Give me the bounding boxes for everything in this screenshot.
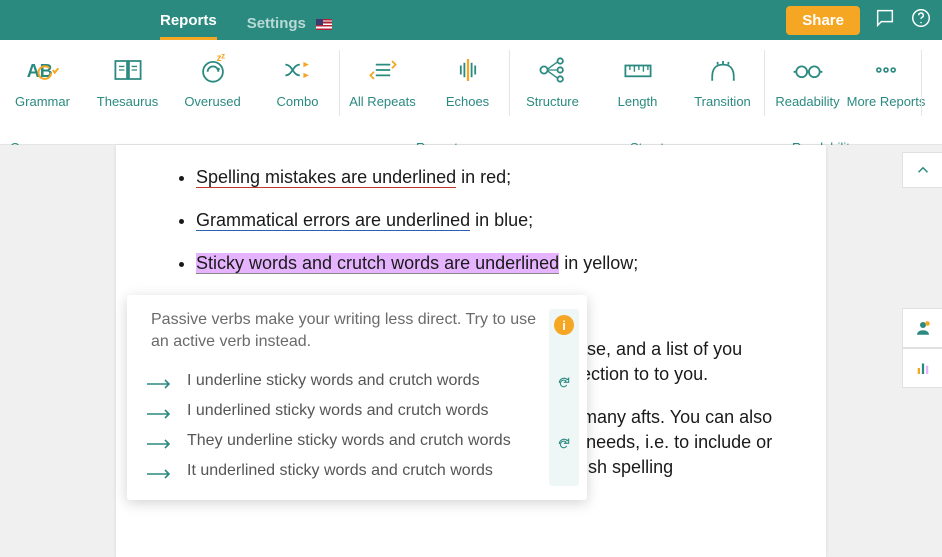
top-nav: Reports Settings Share: [0, 0, 942, 40]
tool-allrepeats-label: All Repeats: [349, 94, 415, 109]
tab-settings-label: Settings: [247, 15, 306, 32]
flag-us-icon: [316, 19, 332, 30]
tool-combo-label: Combo: [277, 94, 319, 109]
suggestion-option-4[interactable]: It underlined sticky words and crutch wo…: [141, 456, 541, 486]
redo-icon-1[interactable]: [556, 375, 572, 396]
suggestion-main: Passive verbs make your writing less dir…: [141, 309, 549, 486]
suggestion-option-4-text: It underlined sticky words and crutch wo…: [187, 462, 493, 480]
grammar-icon: AB: [25, 50, 61, 90]
top-right: Share: [786, 6, 932, 35]
tool-readability[interactable]: Readability: [765, 40, 850, 144]
top-tabs: Reports Settings: [160, 0, 332, 40]
group-readability: Readability More Reports: [765, 40, 922, 144]
suggestion-panel: Passive verbs make your writing less dir…: [127, 295, 587, 500]
bullet-grammar-rest: in blue;: [470, 210, 533, 230]
tool-grammar[interactable]: AB Grammar: [0, 40, 85, 144]
tool-length-label: Length: [618, 94, 658, 109]
tool-grammar-label: Grammar: [15, 94, 70, 109]
thesaurus-icon: [110, 50, 146, 90]
overused-icon: zz: [195, 50, 231, 90]
bullet-spelling-underlined: Spelling mistakes are underlined: [196, 167, 456, 188]
collapse-up-button[interactable]: [902, 152, 942, 188]
stats-icon[interactable]: [902, 348, 942, 388]
tool-transition[interactable]: Transition: [680, 40, 765, 144]
info-icon[interactable]: i: [554, 315, 574, 335]
user-icon[interactable]: [902, 308, 942, 348]
readability-icon: [790, 50, 826, 90]
suggestion-option-3-text: They underline sticky words and crutch w…: [187, 432, 511, 450]
suggestion-option-1-text: I underline sticky words and crutch word…: [187, 372, 480, 390]
tool-overused-label: Overused: [184, 94, 240, 109]
tool-structure[interactable]: Structure: [510, 40, 595, 144]
combo-icon: [280, 50, 316, 90]
tool-transition-label: Transition: [694, 94, 751, 109]
bullet-sticky: Sticky words and crutch words are underl…: [196, 251, 786, 276]
tool-thesaurus[interactable]: Thesaurus: [85, 40, 170, 144]
bullet-spelling: Spelling mistakes are underlined in red;: [196, 165, 786, 190]
tool-more-label: More Reports: [847, 94, 926, 109]
report-toolbar: AB Grammar Thesaurus zz Overused Combo: [0, 40, 942, 145]
tool-structure-label: Structure: [526, 94, 579, 109]
echoes-icon: [450, 50, 486, 90]
tool-combo[interactable]: Combo: [255, 40, 340, 144]
bullet-spelling-rest: in red;: [456, 167, 511, 187]
suggestion-option-3[interactable]: They underline sticky words and crutch w…: [141, 426, 541, 456]
bullet-list: Spelling mistakes are underlined in red;…: [176, 165, 786, 277]
tool-thesaurus-label: Thesaurus: [97, 94, 158, 109]
group-repeats: All Repeats Echoes: [340, 40, 510, 144]
tool-allrepeats[interactable]: All Repeats: [340, 40, 425, 144]
bullet-sticky-rest: in yellow;: [559, 253, 638, 273]
suggestion-option-2[interactable]: I underlined sticky words and crutch wor…: [141, 396, 541, 426]
group-structure: Structure Length Transition: [510, 40, 765, 144]
redo-icon-2[interactable]: [556, 436, 572, 457]
suggestion-tip: Passive verbs make your writing less dir…: [151, 309, 541, 352]
tool-more[interactable]: More Reports: [850, 40, 922, 144]
allrepeats-icon: [365, 50, 401, 90]
bullet-grammar-underlined: Grammatical errors are underlined: [196, 210, 470, 231]
tool-readability-label: Readability: [775, 94, 839, 109]
svg-text:z: z: [221, 52, 225, 60]
right-float-bar: [902, 152, 942, 388]
tool-overused[interactable]: zz Overused: [170, 40, 255, 144]
chat-icon[interactable]: [874, 7, 896, 34]
tool-length[interactable]: Length: [595, 40, 680, 144]
bullet-grammar: Grammatical errors are underlined in blu…: [196, 208, 786, 233]
suggestion-option-2-text: I underlined sticky words and crutch wor…: [187, 402, 488, 420]
suggestion-option-1[interactable]: I underline sticky words and crutch word…: [141, 366, 541, 396]
transition-icon: [705, 50, 741, 90]
tool-echoes-label: Echoes: [446, 94, 489, 109]
group-core: AB Grammar Thesaurus zz Overused Combo: [0, 40, 340, 144]
share-button[interactable]: Share: [786, 6, 860, 35]
tab-reports[interactable]: Reports: [160, 2, 217, 40]
help-icon[interactable]: [910, 7, 932, 34]
suggestion-side: i: [549, 309, 579, 486]
length-icon: [620, 50, 656, 90]
structure-icon: [535, 50, 571, 90]
tool-echoes[interactable]: Echoes: [425, 40, 510, 144]
tab-settings[interactable]: Settings: [247, 5, 332, 40]
more-icon: [868, 50, 904, 90]
bullet-sticky-highlight[interactable]: Sticky words and crutch words are underl…: [196, 253, 559, 274]
